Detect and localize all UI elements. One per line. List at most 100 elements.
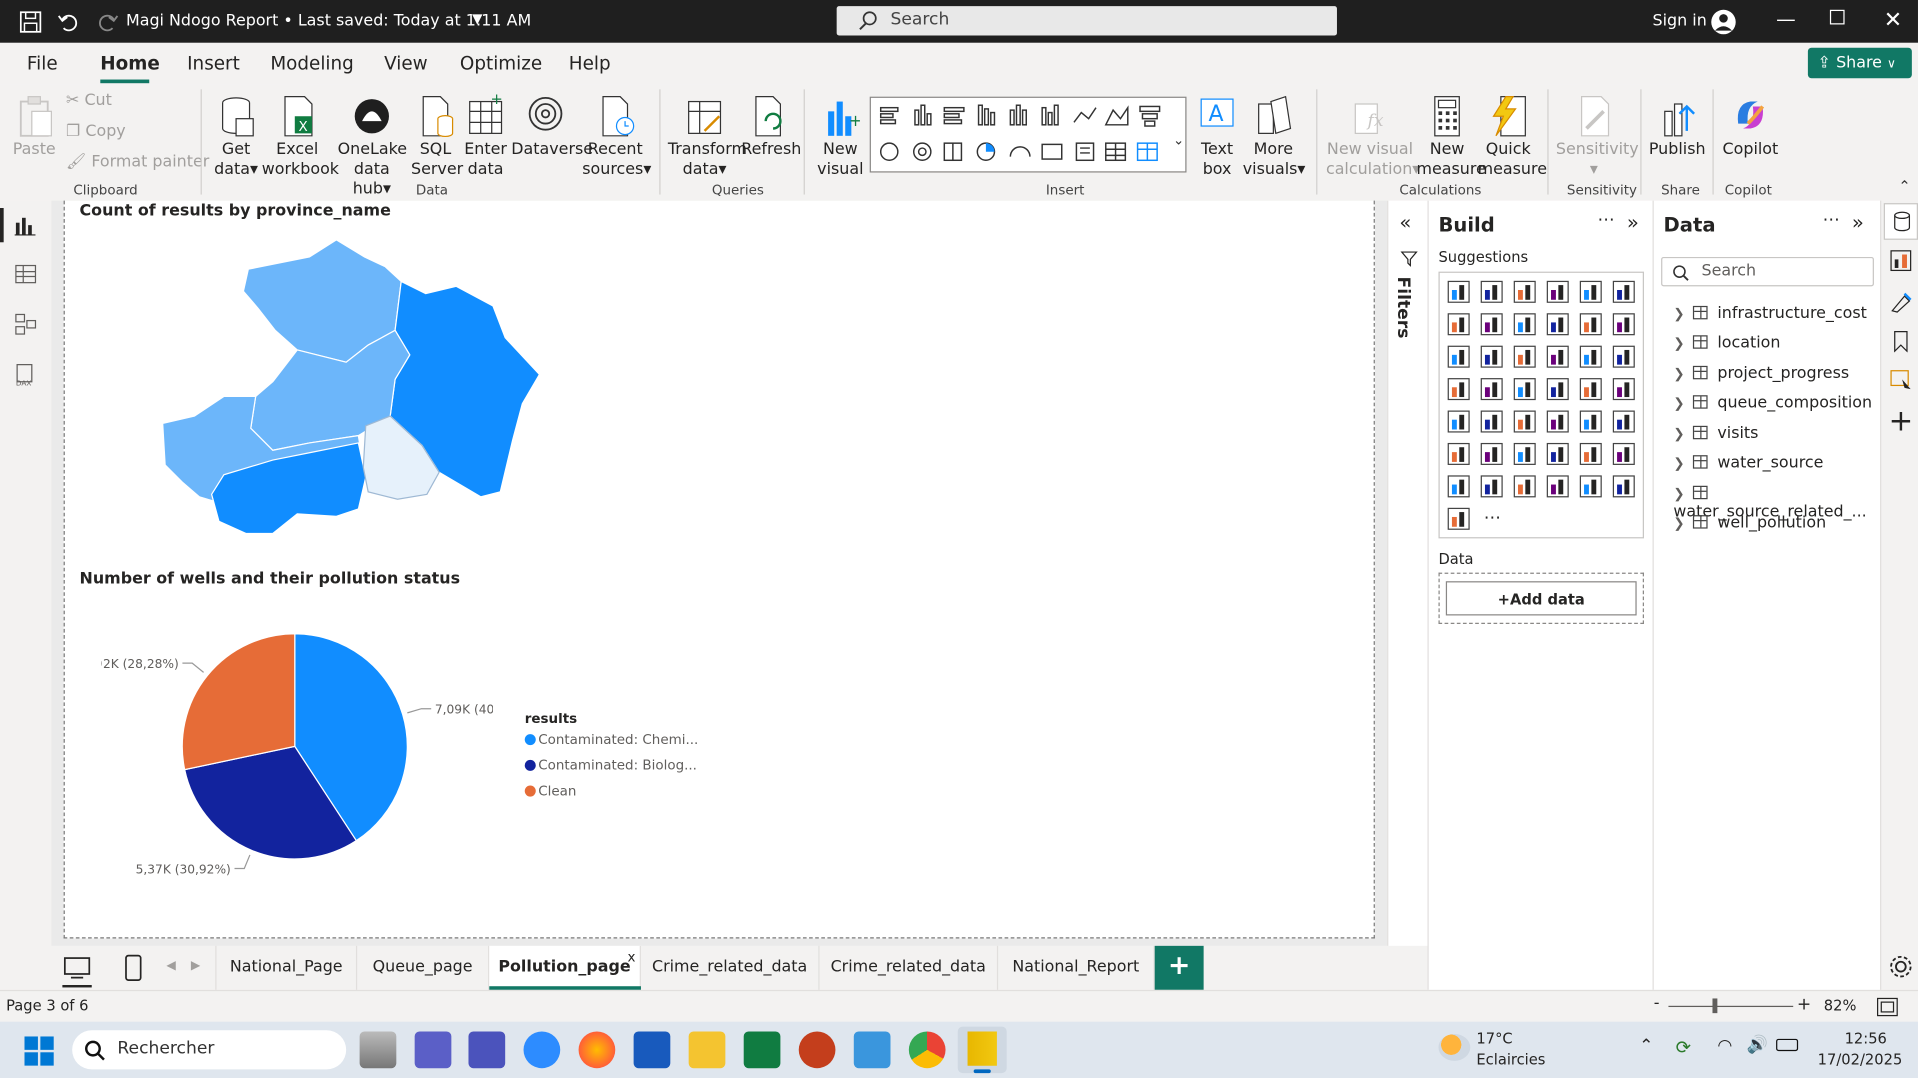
more-visuals-button[interactable]: More visuals▾ [1243,94,1305,180]
visual-type-icon[interactable] [1447,507,1470,530]
visual-type-icon[interactable] [1579,442,1602,465]
visual-type-icon[interactable] [1612,345,1635,368]
visual-type-icon[interactable] [1612,313,1635,336]
system-tray-chevron-icon[interactable]: ⌃ [1639,1036,1653,1056]
scroll-tabs-right-icon[interactable]: ▶ [191,959,200,972]
build-more-options-icon[interactable]: ⋯ [1597,210,1614,230]
visuals-gallery[interactable]: ⌄ [869,96,1187,173]
taskbar-search-box[interactable]: Rechercher [72,1030,347,1070]
visual-type-icon[interactable] [1447,475,1470,498]
search-box[interactable]: Search [836,6,1337,36]
visual-type-icon[interactable] [1546,280,1569,303]
tab-crime-related-data-2[interactable]: Crime_related_data [820,945,999,990]
expand-chevron-icon[interactable]: ❯ [1673,366,1688,382]
task-view-app-icon[interactable] [359,1031,397,1069]
sync-status-icon[interactable]: ⟳ [1676,1036,1691,1058]
weather-icon[interactable] [1438,1033,1471,1061]
visual-type-icon[interactable] [1513,313,1536,336]
add-page-button[interactable]: + [1154,945,1204,990]
file-explorer-app-icon[interactable] [688,1031,726,1069]
expand-chevron-icon[interactable]: ❯ [1673,306,1688,322]
visual-type-icon[interactable] [1513,378,1536,401]
visual-type-icon[interactable] [1579,378,1602,401]
expand-chevron-icon[interactable]: ❯ [1673,515,1688,531]
teams-work-app-icon[interactable] [468,1031,506,1069]
minimize-button[interactable]: — [1776,7,1796,30]
visual-type-icon[interactable] [1612,410,1635,433]
chrome-app-icon[interactable] [908,1031,946,1069]
paste-button[interactable]: Paste [12,94,56,160]
windows-start-icon[interactable] [24,1036,54,1066]
visual-type-icon[interactable] [1447,442,1470,465]
visual-type-icon[interactable] [1546,410,1569,433]
wifi-icon[interactable]: ◠ [1717,1036,1732,1056]
tab-crime-related-data-1[interactable]: Crime_related_data [641,945,820,990]
visual-type-icon[interactable] [1447,345,1470,368]
visual-suggestions-grid[interactable]: ⋯ [1438,271,1644,539]
visual-type-icon[interactable] [1447,280,1470,303]
table-item-project-progress[interactable]: ❯ project_progress [1673,365,1849,383]
pie-chart-visual[interactable]: 7,09K (40,8%) 5,37K (30,92%) 4,92K (28,28%… [102,617,493,898]
excel-app-icon[interactable] [743,1031,781,1069]
powerbi-app-active[interactable] [957,1026,1007,1074]
dax-query-view-icon[interactable]: DAX [13,362,37,387]
visual-type-icon[interactable] [1447,313,1470,336]
table-item-queue-composition[interactable]: ❯ queue_composition [1673,394,1872,412]
dataverse-button[interactable]: Dataverse [511,94,593,160]
battery-icon[interactable] [1776,1038,1799,1052]
visual-type-icon[interactable] [1513,442,1536,465]
collapse-data-icon[interactable]: » [1852,210,1864,233]
word-app-icon[interactable] [633,1031,671,1069]
expand-filters-icon[interactable]: « [1399,210,1411,233]
fit-to-page-icon[interactable] [1876,997,1898,1017]
publish-button[interactable]: Publish [1649,94,1706,160]
powerpoint-app-icon[interactable] [798,1031,836,1069]
table-view-icon[interactable] [13,262,37,286]
data-more-options-icon[interactable]: ⋯ [1823,210,1840,230]
tab-national-page[interactable]: National_Page [215,945,358,990]
data-pane-toggle[interactable] [1883,203,1918,240]
sign-in-link[interactable]: Sign in [1653,12,1707,30]
close-button[interactable]: ✕ [1884,7,1902,33]
visual-type-icon[interactable] [1513,280,1536,303]
tab-queue-page[interactable]: Queue_page [357,945,490,990]
text-box-button[interactable]: A Text box [1194,94,1240,180]
zoom-in-button[interactable]: + [1797,995,1811,1015]
visual-type-icon[interactable] [1447,410,1470,433]
sql-server-button[interactable]: SQL Server [411,94,463,180]
collapse-ribbon-icon[interactable]: ⌃ [1898,177,1910,194]
visual-type-icon[interactable] [1612,475,1635,498]
save-icon[interactable] [19,11,42,33]
camera-app-icon[interactable] [853,1031,891,1069]
share-button[interactable]: ⇪ Share ∨ [1807,47,1912,79]
title-dropdown-icon[interactable]: ▼ [472,11,482,27]
expand-chevron-icon[interactable]: ❯ [1673,426,1688,442]
refresh-button[interactable]: Refresh [741,94,801,160]
visual-type-icon[interactable] [1546,345,1569,368]
model-view-icon[interactable] [13,312,37,336]
filters-pane-collapsed[interactable]: « Filters [1387,200,1428,946]
visual-type-icon[interactable] [1546,475,1569,498]
volume-icon[interactable]: 🔊 [1747,1035,1768,1055]
settings-gear-icon[interactable] [1889,954,1913,978]
menu-modeling[interactable]: Modeling [270,53,353,75]
transform-data-button[interactable]: Transform data▾ [668,94,747,180]
bookmarks-icon[interactable] [1890,330,1912,353]
firefox-app-icon[interactable] [578,1031,616,1069]
table-item-location[interactable]: ❯ location [1673,334,1780,352]
onelake-button[interactable]: OneLake data hub▾ [338,94,407,199]
new-visual-button[interactable]: + Newvisual [815,94,866,180]
report-view-icon[interactable] [13,213,37,237]
build-visual-icon[interactable] [1890,250,1912,272]
undo-icon[interactable] [57,11,79,33]
legend-item-clean[interactable]: Clean [524,783,576,799]
menu-optimize[interactable]: Optimize [460,53,542,75]
copy-button[interactable]: ❐ Copy [66,122,126,140]
close-tab-icon[interactable]: x [628,936,636,980]
expand-chevron-icon[interactable]: ❯ [1673,335,1688,351]
tab-national-report[interactable]: National_Report [998,945,1155,990]
table-item-well-pollution[interactable]: ❯ well_pollution [1673,514,1826,532]
menu-insert[interactable]: Insert [187,53,240,75]
sensitivity-button[interactable]: Sensitivity ▾ [1556,94,1639,180]
expand-chevron-icon[interactable]: ❯ [1673,455,1688,471]
